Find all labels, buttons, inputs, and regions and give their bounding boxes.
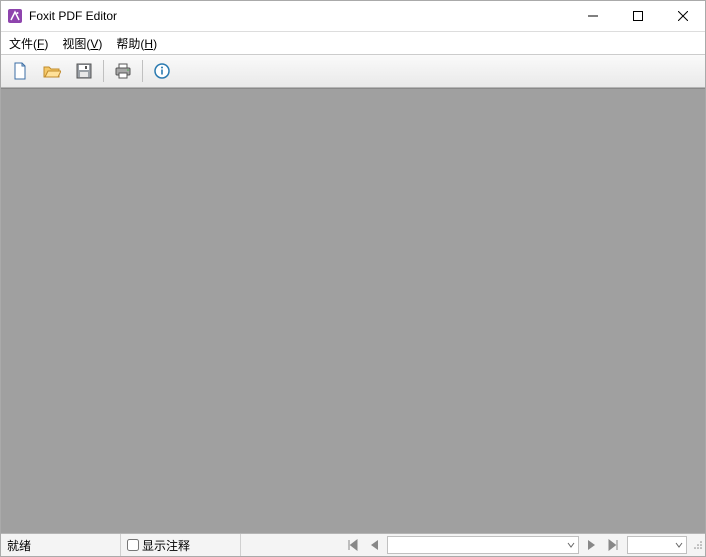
- open-folder-icon: [43, 62, 61, 80]
- next-page-icon: [587, 539, 597, 551]
- page-number-combo[interactable]: [387, 536, 579, 554]
- next-page-button[interactable]: [581, 535, 603, 555]
- document-area[interactable]: [1, 88, 705, 533]
- new-file-button[interactable]: [5, 57, 35, 85]
- app-title: Foxit PDF Editor: [29, 9, 117, 23]
- close-icon: [678, 11, 688, 21]
- title-bar: Foxit PDF Editor: [1, 1, 705, 32]
- show-annotations-checkbox[interactable]: [127, 539, 139, 551]
- close-button[interactable]: [660, 1, 705, 31]
- prev-page-button[interactable]: [363, 535, 385, 555]
- app-window: Foxit PDF Editor 文件(F) 视图(V) 帮助(H): [0, 0, 706, 557]
- status-bar: 就绪 显示注释: [1, 533, 705, 556]
- menu-view[interactable]: 视图(V): [62, 35, 102, 52]
- open-file-button[interactable]: [37, 57, 67, 85]
- first-page-button[interactable]: [341, 535, 363, 555]
- zoom-combo[interactable]: [627, 536, 687, 554]
- menu-file[interactable]: 文件(F): [9, 35, 48, 52]
- minimize-icon: [588, 11, 598, 21]
- info-icon: [153, 62, 171, 80]
- status-ready-label: 就绪: [7, 537, 31, 554]
- menu-bar: 文件(F) 视图(V) 帮助(H): [1, 32, 705, 54]
- last-page-icon: [608, 539, 620, 551]
- save-button[interactable]: [69, 57, 99, 85]
- last-page-button[interactable]: [603, 535, 625, 555]
- new-file-icon: [11, 62, 29, 80]
- window-controls: [570, 1, 705, 31]
- toolbar-separator: [103, 60, 104, 82]
- show-annotations-label: 显示注释: [142, 537, 190, 554]
- status-ready: 就绪: [1, 534, 121, 556]
- maximize-button[interactable]: [615, 1, 660, 31]
- toolbar-separator: [142, 60, 143, 82]
- print-button[interactable]: [108, 57, 138, 85]
- resize-grip-icon: [691, 538, 703, 550]
- resize-grip[interactable]: [689, 538, 705, 552]
- toolbar: [1, 54, 705, 88]
- minimize-button[interactable]: [570, 1, 615, 31]
- maximize-icon: [633, 11, 643, 21]
- page-nav: [341, 534, 705, 556]
- save-icon: [75, 62, 93, 80]
- chevron-down-icon: [675, 541, 683, 549]
- print-icon: [114, 62, 132, 80]
- about-button[interactable]: [147, 57, 177, 85]
- prev-page-icon: [369, 539, 379, 551]
- chevron-down-icon: [567, 541, 575, 549]
- first-page-icon: [346, 539, 358, 551]
- menu-help[interactable]: 帮助(H): [116, 35, 157, 52]
- show-annotations-toggle[interactable]: 显示注释: [121, 534, 241, 556]
- app-icon: [7, 8, 23, 24]
